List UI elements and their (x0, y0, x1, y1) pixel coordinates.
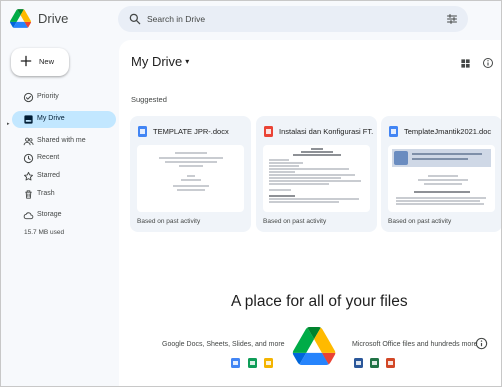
sidebar-item-label: My Drive (37, 115, 65, 122)
storage-used-text: 15.7 MB used (24, 229, 65, 236)
my-drive-icon (24, 115, 33, 124)
star-icon (24, 171, 33, 181)
google-docs-icon (389, 126, 398, 137)
google-files-tagline: Google Docs, Sheets, Slides, and more (162, 341, 285, 348)
drive-logo-icon (10, 8, 31, 28)
sidebar-item-label: Priority (37, 93, 59, 100)
file-thumbnail (263, 145, 370, 212)
shared-icon (23, 137, 34, 146)
trash-icon (25, 190, 32, 199)
search-options-icon[interactable] (446, 13, 458, 25)
search-icon[interactable] (128, 12, 142, 26)
sidebar-item-priority[interactable]: Priority (12, 89, 116, 106)
pdf-icon (264, 126, 273, 137)
file-thumbnail (137, 145, 244, 212)
sidebar-item-shared-with-me[interactable]: Shared with me (12, 133, 116, 150)
sidebar-item-label: Recent (37, 154, 60, 161)
expand-caret-icon[interactable]: ▸ (7, 121, 10, 127)
drive-large-logo-icon (292, 327, 336, 365)
file-name: TemplateJmantik2021.doc (404, 127, 492, 136)
search-input[interactable]: Search in Drive (147, 12, 205, 26)
sidebar-item-my-drive[interactable]: My Drive (12, 111, 116, 128)
suggested-file-card[interactable]: TemplateJmantik2021.doc Based on past ac… (381, 116, 502, 232)
sidebar-item-label: Starred (37, 172, 60, 179)
office-files-tagline: Microsoft Office files and hundreds more (352, 341, 478, 348)
file-name: Instalasi dan Konfigurasi FT... (279, 127, 373, 136)
file-suggestion-reason: Based on past activity (263, 218, 327, 225)
microsoft-word-icon (354, 358, 363, 368)
search-bar[interactable]: Search in Drive (118, 6, 468, 32)
microsoft-excel-icon (370, 358, 379, 368)
suggested-file-card[interactable]: Instalasi dan Konfigurasi FT... Based on… (256, 116, 377, 232)
sidebar-item-trash[interactable]: Trash (12, 186, 116, 203)
sidebar-item-label: Shared with me (37, 137, 86, 144)
google-slides-icon (264, 358, 273, 368)
empty-state-title: A place for all of your files (231, 293, 408, 310)
google-docs-icon (231, 358, 240, 368)
google-docs-icon (138, 126, 147, 137)
clock-icon (23, 153, 34, 164)
sidebar-item-starred[interactable]: Starred (12, 168, 116, 185)
cloud-icon (23, 212, 34, 220)
sidebar-item-storage[interactable]: Storage (12, 207, 116, 224)
file-thumbnail (388, 145, 495, 212)
info-icon[interactable] (482, 57, 494, 69)
priority-icon (23, 92, 34, 103)
drive-logo[interactable]: Drive (10, 8, 68, 28)
app-name: Drive (38, 10, 69, 26)
page-title: My Drive (131, 54, 183, 69)
help-icon[interactable] (475, 337, 488, 350)
sidebar-item-label: Trash (37, 190, 55, 197)
new-button-label: New (39, 57, 55, 66)
file-suggestion-reason: Based on past activity (137, 218, 201, 225)
microsoft-powerpoint-icon (386, 358, 395, 368)
chevron-down-icon: ▾ (185, 57, 190, 66)
sidebar-item-label: Storage (37, 211, 62, 218)
plus-icon (20, 55, 32, 67)
file-name: TEMPLATE JPR-.docx (153, 127, 229, 136)
grid-view-icon[interactable] (460, 58, 471, 69)
new-button[interactable]: New (11, 48, 69, 76)
suggested-file-card[interactable]: TEMPLATE JPR-.docx Based on past activit… (130, 116, 251, 232)
file-suggestion-reason: Based on past activity (388, 218, 452, 225)
suggested-heading: Suggested (131, 95, 167, 104)
sidebar-item-recent[interactable]: Recent (12, 150, 116, 167)
google-sheets-icon (248, 358, 257, 368)
page-title-dropdown[interactable]: My Drive ▾ (131, 54, 189, 69)
